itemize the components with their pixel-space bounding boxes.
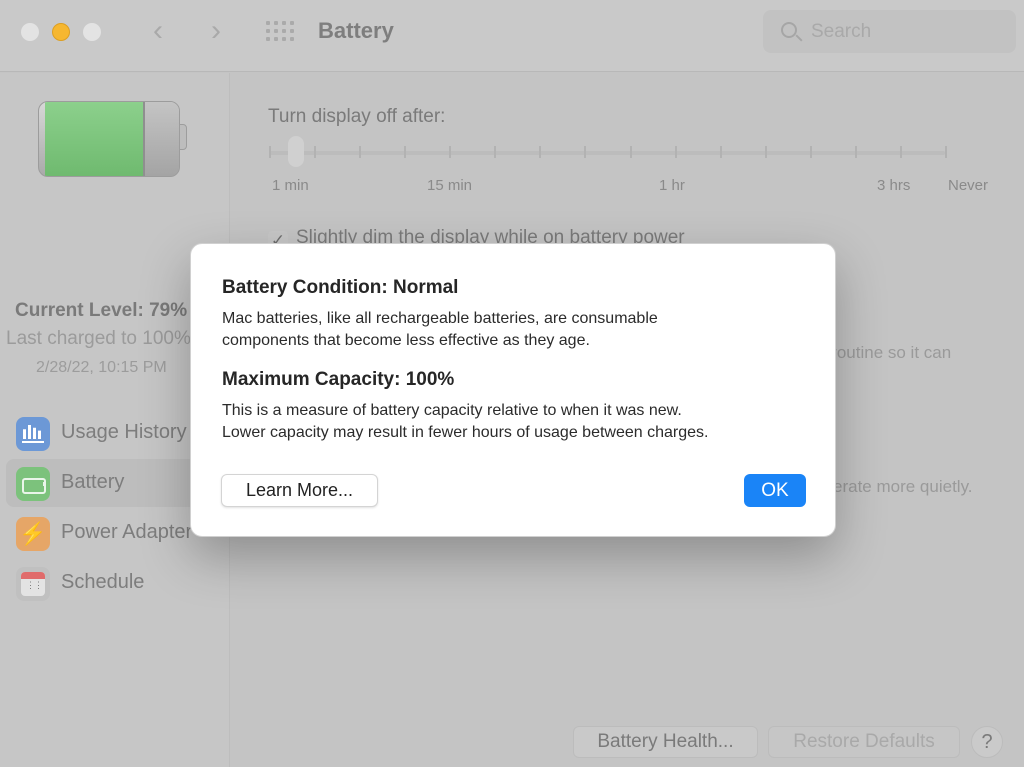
- current-level-text: Current Level: 79%: [15, 300, 188, 321]
- last-charged-date: 2/28/22, 10:15 PM: [36, 359, 167, 376]
- sidebar-item-label: Schedule: [61, 571, 145, 593]
- slider-tick: [629, 146, 632, 158]
- battery-icon: [16, 467, 50, 501]
- slider-tick: [449, 146, 452, 158]
- obscured-text-optimize: g routine so it can: [817, 343, 952, 362]
- slider-tick: [539, 146, 542, 158]
- battery-empty-area: [143, 102, 179, 176]
- slider-tick: [404, 146, 407, 158]
- slider-tick: [314, 146, 317, 158]
- battery-terminal-icon: [179, 124, 187, 150]
- chevron-left-icon: ‹: [153, 14, 163, 47]
- forward-button[interactable]: ›: [204, 16, 228, 46]
- slider-tick: [809, 146, 812, 158]
- battery-level-fill: [45, 102, 145, 176]
- zoom-window-button[interactable]: [83, 23, 101, 41]
- display-off-slider[interactable]: [269, 151, 945, 155]
- search-icon: [781, 22, 797, 38]
- title-bar: ‹ › Battery Search: [0, 0, 1024, 72]
- sidebar-item-label: Usage History: [61, 421, 187, 443]
- slider-tick: [269, 146, 271, 158]
- restore-defaults-button[interactable]: Restore Defaults: [768, 726, 960, 758]
- battery-condition-title: Battery Condition: Normal: [222, 277, 459, 298]
- calendar-icon: [16, 567, 50, 601]
- maximum-capacity-title: Maximum Capacity: 100%: [222, 369, 455, 390]
- battery-level-icon: [38, 101, 180, 177]
- window-title: Battery: [318, 18, 394, 43]
- close-window-button[interactable]: [21, 23, 39, 41]
- slider-thumb[interactable]: [288, 136, 304, 167]
- search-placeholder: Search: [811, 21, 872, 42]
- slider-tick: [945, 146, 947, 158]
- slider-label-1-hr: 1 hr: [659, 177, 685, 194]
- chevron-right-icon: ›: [211, 14, 221, 47]
- slider-tick: [674, 146, 677, 158]
- sidebar-item-label: Battery: [61, 471, 125, 493]
- ok-button[interactable]: OK: [744, 474, 806, 507]
- slider-tick: [584, 146, 587, 158]
- slider-tick: [719, 146, 722, 158]
- obscured-text-quietly: erate more quietly.: [833, 477, 973, 496]
- last-charged-text: Last charged to 100%: [6, 328, 191, 349]
- slider-label-1-min: 1 min: [272, 177, 309, 194]
- maximum-capacity-line-1: This is a measure of battery capacity re…: [222, 402, 682, 419]
- slider-label-never: Never: [948, 177, 989, 194]
- slider-tick: [764, 146, 767, 158]
- learn-more-button[interactable]: Learn More...: [221, 474, 378, 507]
- bar-chart-icon: [16, 417, 50, 451]
- lightning-bolt-icon: ⚡: [16, 517, 50, 551]
- back-button[interactable]: ‹: [146, 16, 170, 46]
- slider-tick: [854, 146, 857, 158]
- slider-tick: [359, 146, 362, 158]
- sidebar-item-schedule[interactable]: Schedule: [6, 559, 236, 607]
- turn-display-off-label: Turn display off after:: [268, 106, 446, 127]
- slider-label-15-min: 15 min: [427, 177, 473, 194]
- search-input[interactable]: Search: [763, 10, 1016, 53]
- minimize-window-button[interactable]: [52, 23, 70, 41]
- battery-condition-line-2: components that become less effective as…: [222, 332, 590, 349]
- slider-label-3-hrs: 3 hrs: [877, 177, 911, 194]
- show-all-grid-icon[interactable]: [266, 21, 294, 41]
- slider-tick: [494, 146, 497, 158]
- battery-health-dialog: Battery Condition: Normal Mac batteries,…: [190, 243, 836, 537]
- help-button[interactable]: ?: [971, 726, 1003, 758]
- sidebar-item-label: Power Adapter: [61, 521, 193, 543]
- slider-tick: [899, 146, 902, 158]
- battery-condition-line-1: Mac batteries, like all rechargeable bat…: [222, 310, 658, 327]
- maximum-capacity-line-2: Lower capacity may result in fewer hours…: [222, 424, 709, 441]
- battery-health-button[interactable]: Battery Health...: [573, 726, 758, 758]
